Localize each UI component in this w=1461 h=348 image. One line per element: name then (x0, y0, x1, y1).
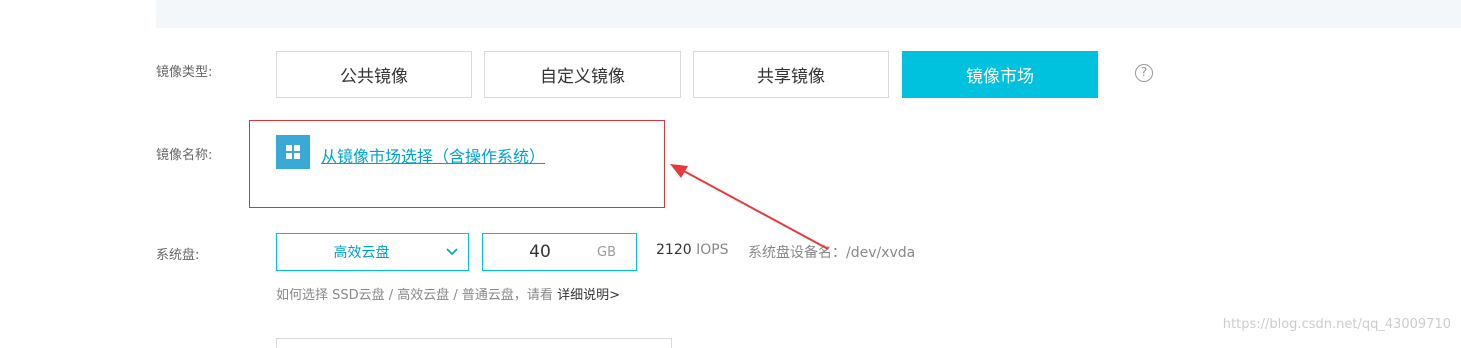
disk-size-field[interactable]: GB (482, 233, 637, 271)
select-from-market-link[interactable]: 从镜像市场选择（含操作系统） (321, 143, 545, 167)
watermark-text: https://blog.csdn.net/qq_43009710 (1222, 317, 1451, 332)
image-type-label: 镜像类型: (156, 65, 213, 80)
tab-shared-image[interactable]: 共享镜像 (693, 51, 889, 98)
tab-custom-image[interactable]: 自定义镜像 (484, 51, 681, 98)
grid-icon[interactable] (276, 135, 310, 169)
disk-hint-text: 如何选择 SSD云盘 / 高效云盘 / 普通云盘，请看 (276, 288, 558, 303)
disk-type-value: 高效云盘 (333, 245, 390, 261)
iops-readout: 2120 IOPS (656, 242, 729, 258)
device-name-text: 系统盘设备名：/dev/xvda (748, 245, 916, 261)
system-disk-label: 系统盘: (156, 248, 200, 263)
tab-public-image[interactable]: 公共镜像 (276, 51, 472, 98)
top-panel-background (156, 0, 1461, 28)
disk-size-unit: GB (597, 244, 616, 260)
image-name-label: 镜像名称: (156, 148, 213, 163)
chevron-down-icon (436, 245, 468, 259)
next-field-box[interactable] (276, 338, 672, 348)
disk-help-hint: 如何选择 SSD云盘 / 高效云盘 / 普通云盘，请看 详细说明> (276, 284, 620, 303)
help-icon[interactable]: ? (1135, 64, 1153, 82)
iops-value: 2120 (656, 242, 692, 258)
details-link[interactable]: 详细说明> (557, 288, 620, 303)
disk-type-select[interactable]: 高效云盘 (276, 233, 469, 271)
disk-size-input[interactable] (483, 234, 597, 270)
iops-label: IOPS (696, 242, 729, 258)
tab-image-market[interactable]: 镜像市场 (902, 51, 1098, 98)
